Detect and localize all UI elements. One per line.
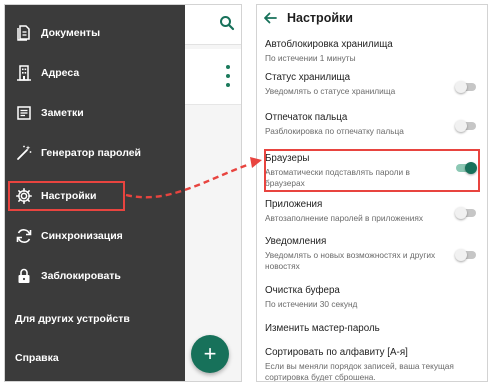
nav-item-label: Справка <box>15 352 59 364</box>
notifications-toggle[interactable] <box>455 249 477 261</box>
setting-fingerprint[interactable]: Отпечаток пальца Разблокировка по отпеча… <box>257 112 487 140</box>
setting-subtitle: Разблокировка по отпечатку пальца <box>265 126 404 136</box>
nav-item-label: Генератор паролей <box>41 147 142 159</box>
fingerprint-toggle[interactable] <box>455 120 477 132</box>
nav-item-label: Синхронизация <box>41 230 123 242</box>
setting-subtitle: Автозаполнение паролей в приложениях <box>265 213 423 223</box>
setting-title: Отпечаток пальца <box>265 112 348 123</box>
setting-subtitle: По истечении 30 секунд <box>265 299 358 309</box>
right-screen: Настройки Автоблокировка хранилища По ис… <box>256 4 488 382</box>
settings-app-bar: Настройки <box>257 5 487 31</box>
documents-icon <box>14 23 34 43</box>
nav-item-password-generator[interactable]: Генератор паролей <box>5 134 185 172</box>
setting-subtitle: Если вы меняли порядок записей, ваша тек… <box>265 361 454 382</box>
setting-title: Автоблокировка хранилища <box>265 39 393 50</box>
setting-title: Изменить мастер-пароль <box>265 323 380 334</box>
more-options-icon[interactable] <box>223 65 233 87</box>
search-icon[interactable] <box>217 13 237 33</box>
sync-icon <box>14 226 34 246</box>
nav-item-lock[interactable]: Заблокировать <box>5 257 185 295</box>
left-screen: + Документы Адреса Заметки Генератор пар… <box>4 4 242 382</box>
storage-status-toggle[interactable] <box>455 81 477 93</box>
setting-subtitle: Уведомлять о статусе хранилища <box>265 86 396 96</box>
setting-title: Уведомления <box>265 236 327 247</box>
nav-item-label: Для других устройств <box>15 313 130 325</box>
setting-subtitle: Уведомлять о новых возможностях и других… <box>265 250 436 271</box>
nav-item-label: Адреса <box>41 67 80 79</box>
setting-auto-lock[interactable]: Автоблокировка хранилища По истечении 1 … <box>257 39 487 67</box>
apps-toggle[interactable] <box>455 207 477 219</box>
nav-item-help[interactable]: Справка <box>5 339 185 377</box>
nav-item-label: Заметки <box>41 107 84 119</box>
nav-item-label: Документы <box>41 27 101 39</box>
notes-icon <box>14 103 34 123</box>
settings-highlight-frame <box>8 181 125 211</box>
page-title: Настройки <box>287 11 353 25</box>
setting-notifications[interactable]: Уведомления Уведомлять о новых возможнос… <box>257 236 487 274</box>
add-button[interactable]: + <box>191 335 229 373</box>
setting-title: Сортировать по алфавиту [А-я] <box>265 347 408 358</box>
nav-item-addresses[interactable]: Адреса <box>5 54 185 92</box>
setting-change-master-password[interactable]: Изменить мастер-пароль <box>257 323 487 339</box>
setting-title: Статус хранилища <box>265 72 351 83</box>
browsers-highlight-frame <box>264 149 480 192</box>
setting-subtitle: По истечении 1 минуты <box>265 53 356 63</box>
lock-icon <box>14 266 34 286</box>
setting-clear-clipboard[interactable]: Очистка буфера По истечении 30 секунд <box>257 285 487 313</box>
setting-title: Очистка буфера <box>265 285 340 296</box>
nav-item-notes[interactable]: Заметки <box>5 94 185 132</box>
setting-apps[interactable]: Приложения Автозаполнение паролей в прил… <box>257 199 487 227</box>
building-icon <box>14 63 34 83</box>
magic-wand-icon <box>14 143 34 163</box>
nav-item-documents[interactable]: Документы <box>5 14 185 52</box>
nav-item-label: Заблокировать <box>41 270 121 282</box>
setting-title: Приложения <box>265 199 323 210</box>
setting-storage-status[interactable]: Статус хранилища Уведомлять о статусе хр… <box>257 72 487 100</box>
nav-item-sync[interactable]: Синхронизация <box>5 217 185 255</box>
nav-item-other-devices[interactable]: Для других устройств <box>5 300 185 338</box>
back-arrow-icon[interactable] <box>263 10 279 26</box>
setting-sort-alphabetically[interactable]: Сортировать по алфавиту [А-я] Если вы ме… <box>257 347 487 381</box>
